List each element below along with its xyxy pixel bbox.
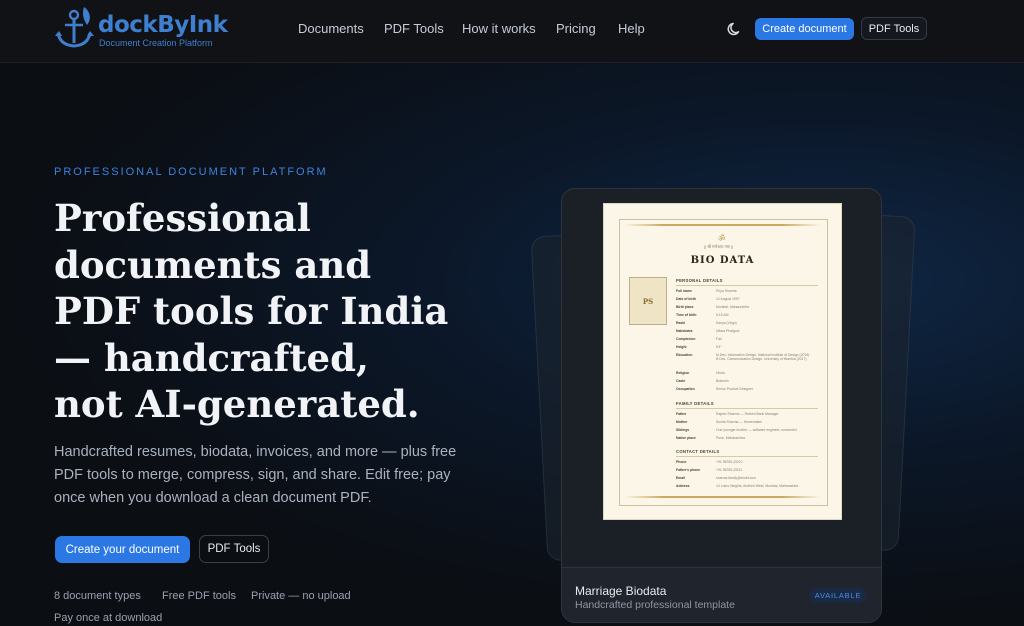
om-icon: ॐ: [718, 234, 726, 243]
field-label: Phone: [676, 460, 687, 464]
create-document-button[interactable]: Create document: [755, 18, 854, 40]
hero-pdf-tools-button[interactable]: PDF Tools: [199, 535, 269, 563]
feature-item: Free PDF tools: [162, 590, 236, 602]
field-label: Education: [676, 353, 693, 357]
hero-headline: Professional documents and PDF tools for…: [54, 195, 474, 428]
field-value: 5'4": [716, 345, 722, 349]
template-title: Marriage Biodata: [575, 584, 667, 598]
ornament-divider: [624, 496, 821, 498]
section-divider: [676, 456, 818, 457]
field-value: 14 Lotus Heights, Andheri West, Mumbai, …: [716, 484, 799, 488]
headline-line: — handcrafted,: [54, 335, 369, 380]
section-heading: CONTACT DETAILS: [676, 449, 720, 454]
nav-pdf-tools[interactable]: PDF Tools: [384, 21, 444, 36]
field-value: Mumbai, Maharashtra: [716, 305, 749, 309]
nav-pricing[interactable]: Pricing: [556, 21, 596, 36]
document-title: BIO DATA: [690, 255, 755, 266]
pdf-tools-button[interactable]: PDF Tools: [861, 17, 927, 40]
ornament-divider: [624, 224, 821, 226]
section-divider: [676, 408, 818, 409]
field-label: Complexion: [676, 337, 696, 341]
headline-line: documents and: [54, 242, 372, 287]
feature-item: Pay once at download: [54, 612, 163, 624]
field-value: Rajesh Sharma — Retired Bank Manager: [716, 412, 779, 416]
field-label: Birth place: [676, 305, 694, 309]
brand-tagline: Document Creation Platform: [99, 38, 213, 48]
field-value: sharma.family@email.com: [716, 476, 756, 480]
section-heading: PERSONAL DETAILS: [676, 278, 723, 283]
field-label: Time of birth: [676, 313, 697, 317]
brand-name: dockByInk: [98, 12, 228, 38]
field-label: Full name: [676, 289, 692, 293]
field-label: Address: [676, 484, 690, 488]
moon-icon[interactable]: [726, 20, 744, 38]
field-value: Brahmin: [716, 379, 729, 383]
headline-line: PDF tools for India: [54, 289, 449, 333]
status-badge: AVAILABLE: [810, 588, 866, 603]
field-value: Kanya (Virgo): [716, 321, 737, 325]
field-value: One younger brother — software engineer,…: [716, 428, 797, 432]
field-label: Mother: [676, 420, 688, 424]
field-label: Email: [676, 476, 686, 480]
field-value: M.Des, Information Design, National Inst…: [716, 353, 812, 362]
document-invocation: || श्री गणेशाय नमः ||: [704, 244, 734, 249]
field-label: Siblings: [676, 428, 690, 432]
template-preview-card[interactable]: ॐ || श्री गणेशाय नमः || BIO DATA PS PERS…: [561, 188, 882, 623]
field-value: Uttara Phalguni: [716, 329, 740, 333]
feature-item: Private — no upload: [251, 590, 351, 602]
field-label: Father's phone: [676, 468, 701, 472]
field-value: Senior Product Designer: [716, 387, 753, 391]
brand-logo[interactable]: dockByInk Document Creation Platform: [54, 5, 228, 51]
section-heading: FAMILY DETAILS: [676, 401, 714, 406]
headline-line: Professional: [54, 196, 311, 240]
field-label: Caste: [676, 379, 686, 383]
hero-subcopy: Handcrafted resumes, biodata, invoices, …: [54, 444, 457, 506]
field-value: 12 August 1997: [716, 297, 740, 301]
anchor-icon: [55, 7, 94, 48]
field-label: Occupation: [676, 387, 695, 391]
field-label: Father: [676, 412, 687, 416]
field-value: +91 98765 43210: [716, 460, 743, 464]
field-value: +91 98765 43211: [716, 468, 743, 472]
section-divider: [676, 285, 818, 286]
field-label: Rashi: [676, 321, 686, 325]
create-your-document-button[interactable]: Create your document: [55, 536, 190, 563]
field-value: Hindu: [716, 371, 725, 375]
field-label: Native place: [676, 436, 696, 440]
headline-line: not AI-generated.: [54, 382, 420, 426]
nav-how-it-works[interactable]: How it works: [462, 21, 536, 36]
nav-documents[interactable]: Documents: [298, 21, 364, 36]
field-value: Sunita Sharma — Homemaker: [716, 420, 763, 424]
biodata-document-preview: ॐ || श्री गणेशाय नमः || BIO DATA PS PERS…: [603, 203, 842, 520]
field-label: Date of birth: [676, 297, 696, 301]
field-label: Nakshatra: [676, 329, 693, 333]
nav-help[interactable]: Help: [618, 21, 645, 36]
field-value: 6:15 AM: [716, 313, 729, 317]
photo-placeholder: PS: [629, 277, 667, 325]
hero-eyebrow: PROFESSIONAL DOCUMENT PLATFORM: [54, 166, 328, 178]
feature-item: 8 document types: [54, 590, 141, 602]
card-footer: Marriage Biodata Handcrafted professiona…: [562, 567, 881, 622]
top-navigation-bar: dockByInk Document Creation Platform Doc…: [0, 0, 1024, 63]
field-value: Priya Sharma: [716, 289, 737, 293]
field-value: Pune, Maharashtra: [716, 436, 745, 440]
field-label: Height: [676, 345, 687, 349]
field-value: Fair: [716, 337, 722, 341]
template-subtitle: Handcrafted professional template: [575, 599, 735, 611]
field-label: Religion: [676, 371, 690, 375]
